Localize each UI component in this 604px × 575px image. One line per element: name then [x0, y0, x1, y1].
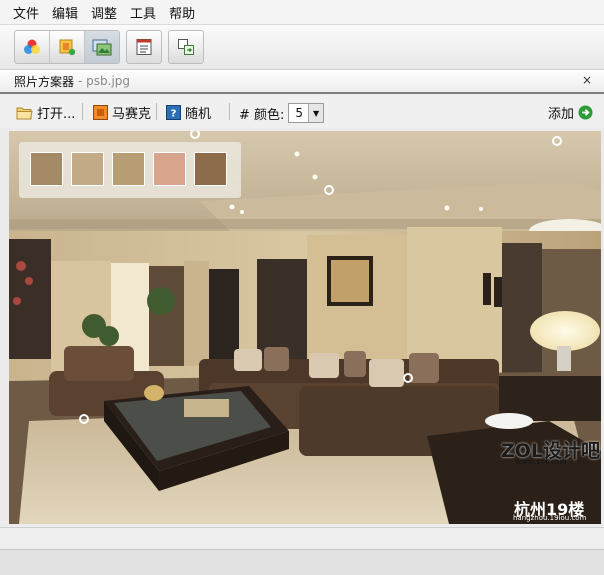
- photo-schemer-button[interactable]: [85, 31, 119, 63]
- chevron-down-icon: ▼: [308, 104, 324, 122]
- palette-swatch[interactable]: [30, 152, 63, 186]
- random-button[interactable]: ? 随机: [166, 103, 211, 122]
- open-label: 打开...: [37, 107, 76, 122]
- color-palette: [19, 142, 241, 198]
- menu-tools[interactable]: 工具: [125, 3, 164, 22]
- color-sample-marker[interactable]: [403, 373, 413, 383]
- color-count-value: 5: [295, 106, 304, 120]
- city-domain-watermark: hangzhou.19lou.com: [513, 514, 587, 522]
- document-button[interactable]: [127, 31, 161, 63]
- color-wheel-icon: [24, 39, 40, 54]
- divider: [82, 103, 83, 120]
- menu-edit[interactable]: 编辑: [47, 3, 86, 22]
- photo-image-icon: [92, 39, 112, 56]
- color-sample-marker[interactable]: [79, 414, 89, 424]
- random-label: 随机: [185, 107, 212, 122]
- palette-swatch[interactable]: [194, 152, 227, 186]
- open-button[interactable]: 打开...: [16, 103, 75, 122]
- menu-bar: 文件 编辑 调整 工具 帮助: [0, 0, 604, 25]
- toolbar-group-convert: [168, 30, 204, 64]
- swatch-icon: [59, 39, 76, 56]
- color-sample-marker[interactable]: [552, 136, 562, 146]
- mosaic-label: 马赛克: [112, 107, 152, 122]
- swatch-button[interactable]: [50, 31, 85, 63]
- brand-site-watermark: www.zol.com: [515, 458, 567, 466]
- color-count-select[interactable]: 5 ▼: [288, 103, 325, 123]
- mosaic-button[interactable]: 马赛克: [93, 103, 151, 122]
- add-label: 添加: [548, 107, 575, 122]
- palette-swatch[interactable]: [71, 152, 104, 186]
- swap-windows-icon: [178, 39, 194, 55]
- color-sample-marker[interactable]: [324, 185, 334, 195]
- arrow-right-icon: [578, 105, 593, 120]
- palette-swatch[interactable]: [112, 152, 145, 186]
- menu-file[interactable]: 文件: [0, 3, 47, 22]
- panel-filename: - psb.jpg: [78, 74, 131, 88]
- folder-icon: [16, 107, 33, 119]
- toolbar-group-main: [14, 30, 120, 64]
- document-list-icon: [136, 39, 152, 55]
- close-icon[interactable]: ×: [582, 73, 592, 87]
- convert-button[interactable]: [169, 31, 203, 63]
- menu-adjust[interactable]: 调整: [86, 3, 125, 22]
- svg-text:?: ?: [171, 109, 177, 120]
- color-count-control: # 颜色: 5 ▼: [239, 103, 325, 123]
- menu-help[interactable]: 帮助: [164, 3, 203, 22]
- add-button[interactable]: 添加: [548, 103, 593, 122]
- footer-bar: [0, 549, 604, 575]
- photo-canvas[interactable]: ZOL设计吧 www.zol.com 杭州19楼 hangzhou.19lou.…: [9, 131, 601, 524]
- toolbar-group-doc: [126, 30, 162, 64]
- status-area: [0, 527, 604, 550]
- divider: [229, 103, 230, 120]
- color-wheel-button[interactable]: [15, 31, 50, 63]
- panel-title: 照片方案器: [14, 74, 75, 89]
- random-help-icon: ?: [166, 105, 181, 120]
- color-count-label: # 颜色:: [239, 107, 285, 123]
- divider: [156, 103, 157, 120]
- mosaic-icon: [93, 105, 108, 120]
- palette-swatch[interactable]: [153, 152, 186, 186]
- action-bar: 打开... 马赛克 ? 随机 # 颜色: 5 ▼ 添加: [0, 94, 604, 128]
- toolbar: [0, 25, 604, 70]
- panel-header: 照片方案器 - psb.jpg ×: [0, 70, 604, 94]
